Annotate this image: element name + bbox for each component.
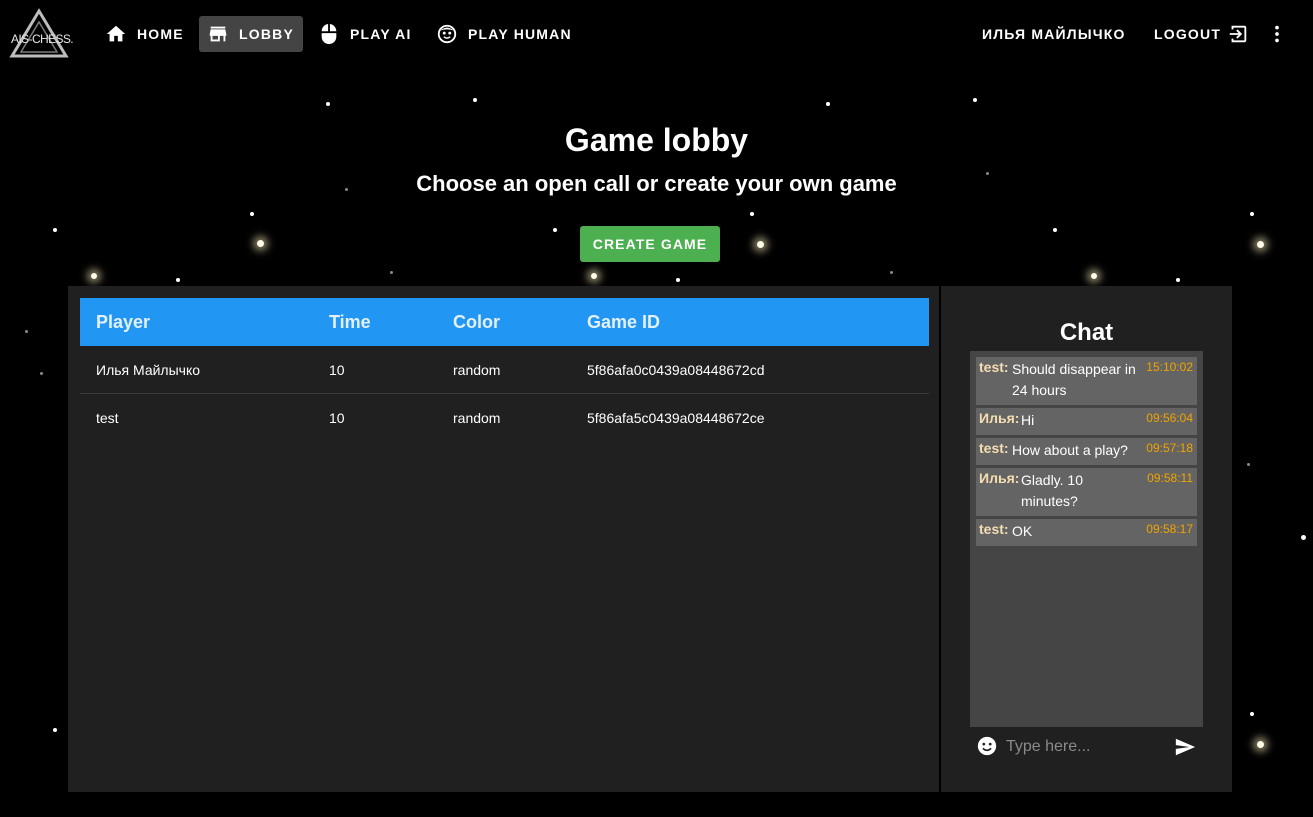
user-name-button[interactable]: ИЛЬЯ МАЙЛЫЧКО [982,16,1126,52]
chat-message: test: How about a play? 09:57:18 [976,438,1197,465]
message-text: Hi [1021,412,1035,428]
face-icon [436,23,458,45]
user-name: ИЛЬЯ МАЙЛЫЧКО [982,26,1126,42]
page-subtitle: Choose an open call or create your own g… [416,171,897,196]
logout-icon [1227,23,1249,45]
chat-panel: Chat test: Should disappear in 24 hours … [941,286,1232,792]
logout-label: LOGOUT [1154,26,1222,42]
chat-messages[interactable]: test: Should disappear in 24 hours 15:10… [970,351,1203,727]
mouse-icon [318,23,340,45]
table-row[interactable]: test 10 random 5f86afa5c0439a08448672ce [80,394,929,441]
message-author: test: [979,359,1009,375]
home-icon [105,23,127,45]
store-icon [207,23,229,45]
table-row[interactable]: Илья Майлычко 10 random 5f86afa0c0439a08… [80,346,929,394]
message-text: OK [1012,523,1033,539]
nav-play-ai[interactable]: PLAY AI [310,16,428,52]
header-time: Time [329,311,371,332]
nav-play-ai-label: PLAY AI [350,26,412,42]
message-time: 09:56:04 [1146,411,1193,425]
emoji-icon[interactable] [976,735,998,757]
message-author: Илья: [979,410,1020,426]
nav-home-label: HOME [137,26,184,42]
cell-time: 10 [329,361,345,378]
send-icon[interactable] [1173,736,1197,758]
chat-message: test: Should disappear in 24 hours 15:10… [976,357,1197,405]
header-player: Player [96,311,151,332]
message-text: Gladly. 10 minutes? [1021,472,1083,509]
nav-play-human-label: PLAY HUMAN [468,26,572,42]
message-time: 09:58:17 [1146,522,1193,536]
cell-game-id: 5f86afa5c0439a08448672ce [587,409,765,426]
chat-message: Илья: Hi 09:56:04 [976,408,1197,435]
chat-title: Chat [1059,319,1114,346]
nav-lobby[interactable]: LOBBY [199,16,303,52]
chat-message: Илья: Gladly. 10 minutes? 09:58:11 [976,468,1197,516]
message-time: 09:58:11 [1147,471,1193,485]
message-time: 09:57:18 [1146,441,1193,455]
top-navigation-bar: AIS-CHESS. HOME LOBBY PLAY AI PLAY HUMAN… [0,0,1313,68]
more-vert-icon [1266,23,1288,45]
logo-text: AIS-CHESS. [11,32,74,46]
message-text: Should disappear in 24 hours [1012,361,1136,398]
header-game-id: Game ID [587,311,661,332]
table-header: Player Time Color Game ID [80,298,929,346]
cell-color: random [453,361,501,378]
page-title: Game lobby [564,122,749,158]
more-menu-button[interactable] [1266,16,1288,52]
message-author: test: [979,440,1009,456]
chat-input[interactable] [1004,734,1158,760]
cell-player: Илья Майлычко [96,361,201,378]
message-text: How about a play? [1012,442,1128,458]
chat-message: test: OK 09:58:17 [976,519,1197,546]
message-author: Илья: [979,470,1020,486]
chat-input-row [970,730,1203,762]
message-time: 15:10:02 [1146,360,1193,374]
nav-play-human[interactable]: PLAY HUMAN [428,16,588,52]
nav-home[interactable]: HOME [97,16,200,52]
cell-game-id: 5f86afa0c0439a08448672cd [587,361,765,378]
cell-player: test [96,409,119,426]
cell-color: random [453,409,501,426]
header-color: Color [453,311,500,332]
games-table: Player Time Color Game ID Илья Майлычко … [80,298,929,441]
message-author: test: [979,521,1009,537]
nav-lobby-label: LOBBY [239,26,294,42]
logout-button[interactable]: LOGOUT [1154,16,1249,52]
lobby-panel: Player Time Color Game ID Илья Майлычко … [68,286,939,792]
app-logo[interactable]: AIS-CHESS. [8,8,74,60]
cell-time: 10 [329,409,345,426]
create-game-button[interactable]: CREATE GAME [580,226,720,262]
